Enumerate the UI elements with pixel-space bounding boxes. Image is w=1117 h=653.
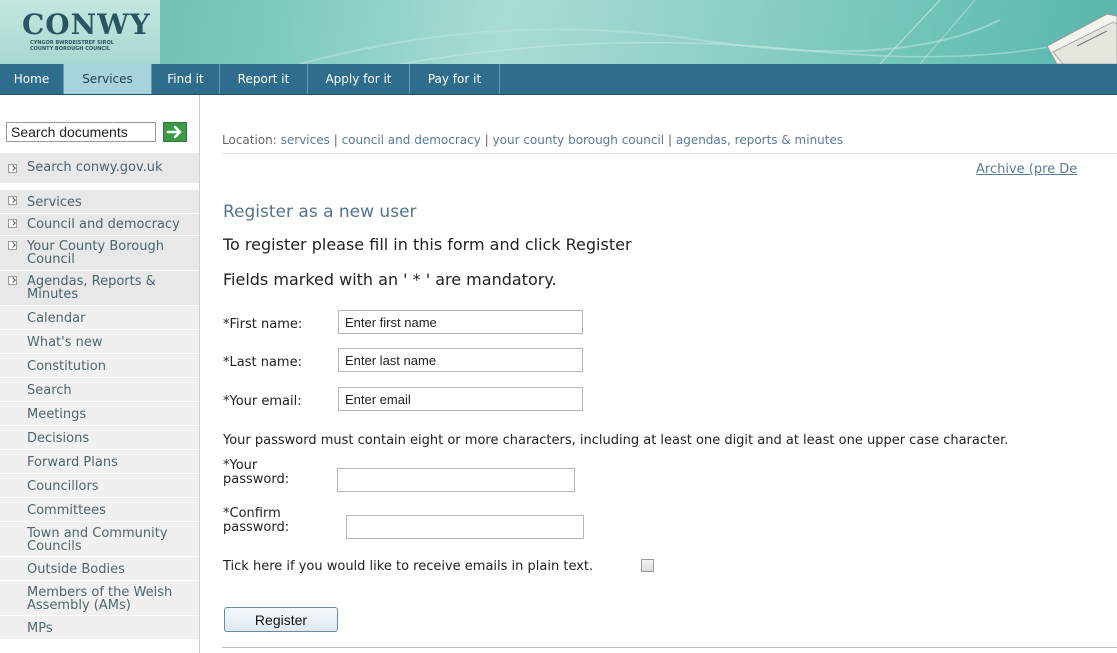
breadcrumb-separator: | [484,133,489,147]
search-site-link[interactable]: Search conwy.gov.uk [0,153,199,183]
breadcrumb: Location: services | council and democra… [222,133,843,147]
confirm-label-line: password: [223,520,290,535]
sidebar-item-agendas[interactable]: Agendas, Reports & Minutes [0,271,199,306]
breadcrumb-prefix: Location: [222,133,277,147]
sidebar-item-meetings[interactable]: Meetings [0,402,199,426]
expand-arrow-icon [8,164,17,173]
password-label: *Your password: [223,459,289,487]
sidebar-menu: Services Council and democracy Your Coun… [0,190,199,640]
nav-home[interactable]: Home [0,64,64,94]
document-search-input[interactable] [6,122,156,142]
banner-decoration [299,0,1117,64]
sidebar-item-welsh-assembly-members[interactable]: Members of the Welsh Assembly (AMs) [0,581,199,616]
sidebar-item-constitution[interactable]: Constitution [0,354,199,378]
nav-apply-for-it[interactable]: Apply for it [308,64,410,94]
password-label-line: *Your [223,458,258,473]
confirm-password-field[interactable] [346,515,584,539]
search-go-button[interactable] [163,122,187,142]
sidebar-item-label: Council and democracy [27,217,180,232]
mandatory-note: Fields marked with an ' * ' are mandator… [223,270,557,289]
divider [222,153,1117,154]
logo-subtitle: CYNGOR BWRDEISTREF SIROL COUNTY BOROUGH … [30,40,114,52]
last-name-field[interactable] [338,348,583,372]
sidebar-item-services[interactable]: Services [0,190,199,214]
sidebar-item-search[interactable]: Search [0,378,199,402]
sidebar-item-whats-new[interactable]: What's new [0,330,199,354]
main-nav: Home Services Find it Report it Apply fo… [0,64,1117,95]
expand-arrow-icon [8,219,17,228]
sidebar-item-town-community-councils[interactable]: Town and Community Councils [0,522,199,557]
sidebar-item-label: Services [27,195,82,210]
sidebar-item-mps[interactable]: MPs [0,616,199,640]
archive-link[interactable]: Archive (pre De [976,162,1077,177]
breadcrumb-services[interactable]: services [281,133,330,147]
expand-arrow-icon [8,196,17,205]
register-button[interactable]: Register [224,607,338,632]
sidebar-item-committees[interactable]: Committees [0,498,199,522]
nav-pay-for-it[interactable]: Pay for it [410,64,500,94]
arrow-right-icon [166,125,182,139]
sidebar-item-calendar[interactable]: Calendar [0,306,199,330]
breadcrumb-council-democracy[interactable]: council and democracy [342,133,481,147]
nav-find-it[interactable]: Find it [152,64,220,94]
plain-text-label: Tick here if you would like to receive e… [223,559,594,574]
sidebar-item-councillors[interactable]: Councillors [0,474,199,498]
document-stack-image [1046,13,1117,64]
site-banner: CONWY CYNGOR BWRDEISTREF SIROL COUNTY BO… [0,0,1117,64]
nav-report-it[interactable]: Report it [220,64,308,94]
confirm-label-line: *Confirm [223,506,281,521]
first-name-label: *First name: [223,317,303,332]
email-field[interactable] [338,387,583,411]
breadcrumb-county-borough-council[interactable]: your county borough council [493,133,665,147]
password-field[interactable] [337,468,575,492]
sidebar: Search conwy.gov.uk Services Council and… [0,95,200,653]
sidebar-item-label: Your County Borough Council [27,239,164,267]
divider [222,647,1117,648]
password-label-line: password: [223,472,290,487]
main-content: Location: services | council and democra… [200,95,1117,653]
confirm-password-label: *Confirm password: [223,507,289,535]
search-site-label: Search conwy.gov.uk [27,160,163,175]
sidebar-item-forward-plans[interactable]: Forward Plans [0,450,199,474]
plain-text-checkbox[interactable] [641,559,654,572]
sidebar-item-decisions[interactable]: Decisions [0,426,199,450]
first-name-field[interactable] [338,310,583,334]
page-title: Register as a new user [223,202,417,222]
form-intro: To register please fill in this form and… [223,235,632,254]
expand-arrow-icon [8,241,17,250]
sidebar-item-label: Agendas, Reports & Minutes [27,274,156,302]
password-requirements: Your password must contain eight or more… [223,433,1009,448]
breadcrumb-separator: | [333,133,338,147]
breadcrumb-separator: | [667,133,673,147]
last-name-label: *Last name: [223,355,302,370]
expand-arrow-icon [8,276,17,285]
sidebar-item-council-democracy[interactable]: Council and democracy [0,214,199,236]
breadcrumb-agendas[interactable]: agendas, reports & minutes [676,133,843,147]
email-label: *Your email: [223,394,302,409]
logo-wordmark: CONWY [22,8,151,41]
nav-services[interactable]: Services [64,64,152,94]
sidebar-item-county-borough-council[interactable]: Your County Borough Council [0,236,199,271]
council-logo[interactable]: CONWY CYNGOR BWRDEISTREF SIROL COUNTY BO… [0,0,160,64]
sidebar-item-outside-bodies[interactable]: Outside Bodies [0,557,199,581]
